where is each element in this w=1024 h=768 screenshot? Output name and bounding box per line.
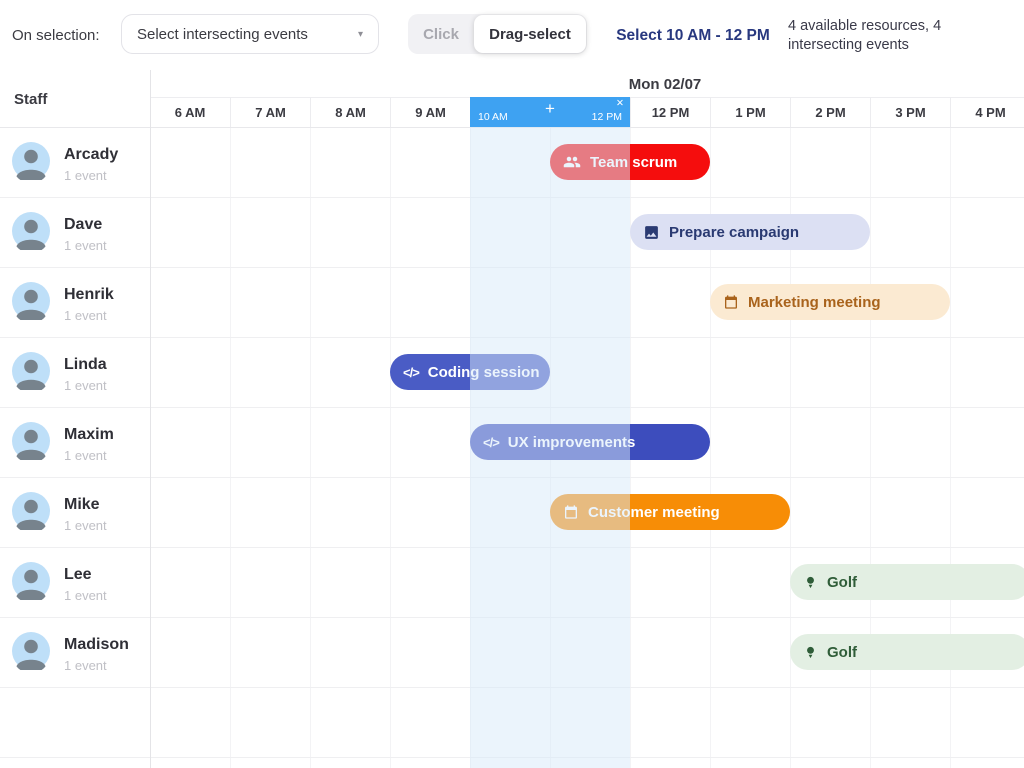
date-header: Mon 02/07 xyxy=(150,72,1024,97)
event-pill[interactable]: Golf xyxy=(790,564,1024,600)
time-slot-12-pm[interactable]: 12 PM xyxy=(630,97,710,127)
select-mode-toggle: Click Drag-select xyxy=(408,14,587,54)
code-icon: </> xyxy=(483,435,499,450)
avatar xyxy=(12,632,50,670)
staff-event-count: 1 event xyxy=(64,588,107,603)
event-title: Customer meeting xyxy=(588,504,720,521)
staff-row: Mike 1 event xyxy=(0,477,150,547)
grid-row-line xyxy=(0,267,1024,268)
on-selection-label: On selection: xyxy=(12,27,100,44)
grid-row-line xyxy=(0,477,1024,478)
grid-row-line xyxy=(0,407,1024,408)
staff-row: Arcady 1 event xyxy=(0,127,150,197)
grid-row-line xyxy=(0,757,1024,758)
selected-range-header[interactable]: 10 AM + ✕ 12 PM xyxy=(470,97,630,127)
selection-end-label: 12 PM xyxy=(592,111,622,123)
select-range-button[interactable]: Select 10 AM - 12 PM xyxy=(612,27,774,45)
chevron-down-icon: ▾ xyxy=(358,29,363,40)
avatar xyxy=(12,282,50,320)
staff-column-divider xyxy=(150,70,151,768)
grid-row-line xyxy=(0,197,1024,198)
staff-row: Maxim 1 event xyxy=(0,407,150,477)
staff-event-count: 1 event xyxy=(64,238,107,253)
staff-row: Henrik 1 event xyxy=(0,267,150,337)
staff-column-header: Staff xyxy=(14,91,47,108)
toggle-option-drag-select[interactable]: Drag-select xyxy=(474,15,586,53)
time-slot-3-pm[interactable]: 3 PM xyxy=(870,97,950,127)
time-slot-8-am[interactable]: 8 AM xyxy=(310,97,390,127)
staff-event-count: 1 event xyxy=(64,168,107,183)
event-pill[interactable]: Prepare campaign xyxy=(630,214,870,250)
event-pill[interactable]: </> UX improvements xyxy=(470,424,710,460)
close-icon[interactable]: ✕ xyxy=(616,98,624,109)
staff-event-count: 1 event xyxy=(64,518,107,533)
golf-icon xyxy=(803,575,818,590)
staff-name: Arcady xyxy=(64,146,118,164)
staff-name: Mike xyxy=(64,496,100,514)
grid-column-line xyxy=(390,127,391,768)
calendar-icon xyxy=(723,294,739,310)
time-slot-6-am[interactable]: 6 AM xyxy=(150,97,230,127)
staff-event-count: 1 event xyxy=(64,448,107,463)
grid-column-line xyxy=(230,127,231,768)
staff-name: Lee xyxy=(64,566,92,584)
grid-row-line xyxy=(0,547,1024,548)
time-slot-4-pm[interactable]: 4 PM xyxy=(950,97,1024,127)
staff-name: Maxim xyxy=(64,426,114,444)
image-icon xyxy=(643,224,660,241)
grid-row-line xyxy=(0,337,1024,338)
code-icon: </> xyxy=(403,365,419,380)
grid-column-line xyxy=(950,127,951,768)
avatar xyxy=(12,142,50,180)
event-pill[interactable]: </> Coding session xyxy=(390,354,550,390)
event-title: Team scrum xyxy=(590,154,677,171)
event-title: Golf xyxy=(827,574,857,591)
staff-event-count: 1 event xyxy=(64,308,107,323)
avatar xyxy=(12,422,50,460)
golf-icon xyxy=(803,645,818,660)
time-slot-2-pm[interactable]: 2 PM xyxy=(790,97,870,127)
selection-summary: 4 available resources, 4 intersecting ev… xyxy=(788,17,1012,55)
event-title: Coding session xyxy=(428,364,540,381)
event-pill[interactable]: Customer meeting xyxy=(550,494,790,530)
staff-name: Madison xyxy=(64,636,129,654)
grid-column-line xyxy=(310,127,311,768)
event-title: Golf xyxy=(827,644,857,661)
grid-column-line xyxy=(870,127,871,768)
avatar xyxy=(12,562,50,600)
selection-mode-dropdown[interactable]: Select intersecting events ▾ xyxy=(121,14,379,54)
avatar xyxy=(12,212,50,250)
staff-event-count: 1 event xyxy=(64,658,107,673)
time-slot-9-am[interactable]: 9 AM xyxy=(390,97,470,127)
selection-mode-value: Select intersecting events xyxy=(137,26,308,43)
people-icon xyxy=(563,153,581,171)
time-slot-7-am[interactable]: 7 AM xyxy=(230,97,310,127)
event-title: UX improvements xyxy=(508,434,636,451)
toggle-option-click[interactable]: Click xyxy=(408,26,474,43)
staff-name: Henrik xyxy=(64,286,114,304)
event-pill[interactable]: Team scrum xyxy=(550,144,710,180)
staff-name: Dave xyxy=(64,216,102,234)
time-slot-1-pm[interactable]: 1 PM xyxy=(710,97,790,127)
staff-row: Lee 1 event xyxy=(0,547,150,617)
staff-row: Dave 1 event xyxy=(0,197,150,267)
staff-name: Linda xyxy=(64,356,107,374)
event-title: Marketing meeting xyxy=(748,294,881,311)
grid-row-line xyxy=(0,617,1024,618)
staff-row: Linda 1 event xyxy=(0,337,150,407)
time-header-divider xyxy=(0,127,1024,128)
avatar xyxy=(12,492,50,530)
scheduler-page: On selection: Select intersecting events… xyxy=(0,0,1024,768)
staff-row: Madison 1 event xyxy=(0,617,150,687)
staff-event-count: 1 event xyxy=(64,378,107,393)
event-pill[interactable]: Marketing meeting xyxy=(710,284,950,320)
event-title: Prepare campaign xyxy=(669,224,799,241)
grid-row-line xyxy=(0,687,1024,688)
calendar-icon xyxy=(563,504,579,520)
avatar xyxy=(12,352,50,390)
event-pill[interactable]: Golf xyxy=(790,634,1024,670)
